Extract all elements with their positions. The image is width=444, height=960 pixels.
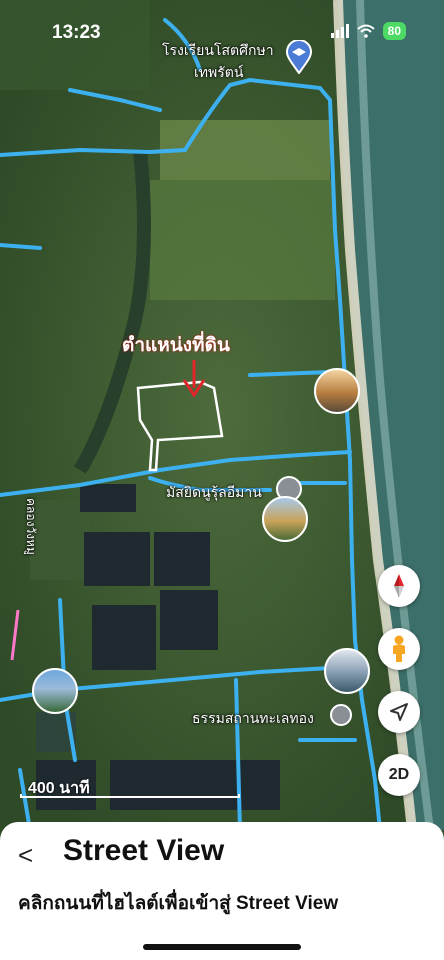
street-view-thumbnail[interactable]: [324, 648, 370, 694]
home-indicator[interactable]: [143, 944, 301, 950]
satellite-map[interactable]: 13:23 80 โรงเรียนโสตศึกษา เทพรัตน์ ตำแหน…: [0, 0, 444, 830]
wifi-icon: [356, 24, 375, 38]
retreat-label[interactable]: ธรรมสถานทะเลทอง: [192, 708, 314, 730]
pegman-icon: [393, 635, 405, 662]
street-view-thumbnail[interactable]: [32, 668, 78, 714]
battery-indicator: 80: [382, 22, 406, 40]
school-label-line2: เทพรัตน์: [194, 64, 244, 80]
signal-icon: [330, 24, 349, 38]
compass-button[interactable]: [378, 565, 420, 607]
canal-label: คลองวังหมู: [24, 498, 38, 555]
mosque-label[interactable]: มัสยิดนูรุ้ลอีมาน: [166, 482, 262, 504]
status-icons: 80: [330, 22, 406, 40]
back-chevron-icon[interactable]: <: [18, 840, 33, 871]
status-time: 13:23: [52, 22, 101, 43]
retreat-pin-icon[interactable]: [330, 704, 352, 726]
view-2d-button[interactable]: 2D: [378, 754, 420, 796]
street-view-thumbnail[interactable]: [262, 496, 308, 542]
sheet-title: Street View: [63, 834, 225, 867]
land-position-label: ตำแหน่งที่ดิน: [122, 335, 230, 356]
street-view-thumbnail[interactable]: [314, 368, 360, 414]
compass-icon: [394, 574, 404, 598]
status-bar: 13:23 80: [0, 0, 444, 60]
pegman-button[interactable]: [378, 628, 420, 670]
my-location-button[interactable]: [378, 691, 420, 733]
sheet-description: คลิกถนนที่ไฮไลต์เพื่อเข้าสู่ Street View: [18, 893, 339, 914]
location-arrow-icon: [390, 703, 408, 721]
street-view-sheet: < Street View คลิกถนนที่ไฮไลต์เพื่อเข้าส…: [0, 822, 444, 960]
scale-bar: 400 นาที: [20, 776, 240, 801]
scale-line: [20, 794, 240, 798]
